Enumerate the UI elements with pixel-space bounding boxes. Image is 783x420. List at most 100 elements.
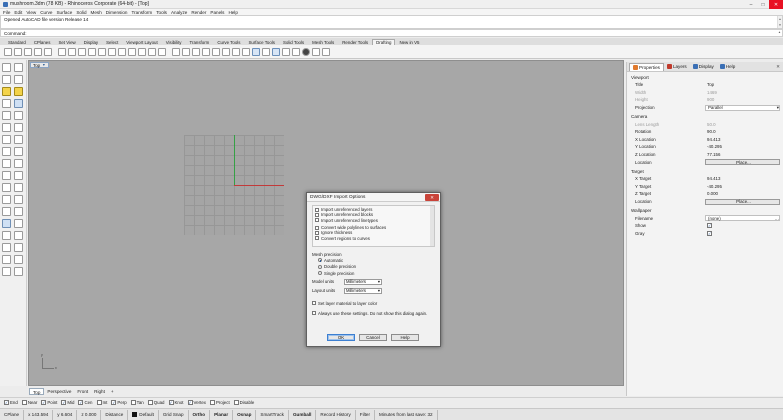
menu-item-edit[interactable]: Edit: [14, 10, 22, 15]
grid-snap-toggle[interactable]: Grid Snap: [159, 409, 189, 420]
place-button[interactable]: Place...: [705, 198, 780, 205]
osnap-toggle[interactable]: Osnap: [233, 409, 257, 420]
osnap-checkbox[interactable]: ✓: [4, 400, 9, 405]
property-value[interactable]: 94.413: [705, 176, 780, 182]
modeling-tool-icon[interactable]: [2, 267, 11, 276]
drafting-tool-icon[interactable]: [58, 47, 66, 56]
current-layer[interactable]: Default: [128, 409, 159, 420]
modeling-tool-icon[interactable]: [2, 219, 11, 228]
property-value[interactable]: 0.000: [705, 191, 780, 197]
viewport-tab-right[interactable]: Right: [91, 388, 108, 395]
modeling-tool-icon[interactable]: [14, 135, 23, 144]
import-option-checkbox[interactable]: Import unreferenced linetypes: [315, 218, 432, 223]
modeling-tool-icon[interactable]: [14, 87, 23, 96]
menu-item-view[interactable]: View: [26, 10, 36, 15]
layer-material-checkbox[interactable]: Set layer material to layer color: [312, 300, 435, 307]
command-line[interactable]: Command: ▲: [0, 29, 783, 37]
dialog-close-button[interactable]: ✕: [425, 194, 439, 201]
panel-tab-help[interactable]: Help: [717, 63, 738, 71]
osnap-checkbox[interactable]: [147, 400, 153, 405]
modeling-tool-icon[interactable]: [2, 243, 11, 252]
osnap-cen[interactable]: ✓ Cen: [78, 400, 93, 405]
osnap-point[interactable]: ✓ Point: [41, 400, 57, 405]
osnap-tan[interactable]: Tan: [130, 400, 144, 405]
modeling-tool-icon[interactable]: [14, 171, 23, 180]
modeling-tool-icon[interactable]: [2, 195, 11, 204]
modeling-tool-icon[interactable]: [2, 87, 11, 96]
property-value[interactable]: 94.413: [705, 136, 780, 142]
property-value[interactable]: Top: [705, 82, 780, 88]
drafting-tool-icon[interactable]: [312, 47, 320, 56]
drafting-tool-icon[interactable]: [232, 47, 240, 56]
menu-item-file[interactable]: File: [3, 10, 10, 15]
drafting-tool-icon[interactable]: [212, 47, 220, 56]
layout-units-select[interactable]: Millimeters ▾: [344, 287, 382, 294]
osnap-checkbox[interactable]: [96, 400, 102, 405]
modeling-tool-icon[interactable]: [14, 99, 23, 108]
browse-icon[interactable]: …: [775, 216, 779, 221]
command-dropdown-icon[interactable]: ▲: [777, 30, 782, 37]
place-button[interactable]: Place...: [705, 159, 780, 166]
osnap-vertex[interactable]: ✓ Vertex: [187, 400, 206, 405]
menu-item-render[interactable]: Render: [191, 10, 206, 15]
ortho-toggle[interactable]: Ortho: [189, 409, 211, 420]
osnap-checkbox[interactable]: [233, 400, 239, 405]
modeling-tool-icon[interactable]: [2, 255, 11, 264]
drafting-tool-icon[interactable]: [282, 47, 290, 56]
drafting-tool-icon[interactable]: [272, 47, 280, 56]
modeling-tool-icon[interactable]: [2, 111, 11, 120]
osnap-disable[interactable]: Disable: [233, 400, 254, 405]
wallpaper-filename[interactable]: (none)…: [705, 215, 780, 222]
osnap-checkbox[interactable]: ✓: [61, 400, 67, 405]
modeling-tool-icon[interactable]: [2, 159, 11, 168]
osnap-mid[interactable]: ✓ Mid: [61, 400, 74, 405]
drafting-tool-icon[interactable]: [34, 47, 42, 56]
import-option-checkbox[interactable]: Convert regions to curves: [315, 235, 432, 241]
always-use-checkbox[interactable]: Always use these settings. Do not show t…: [312, 310, 435, 317]
options-scrollbar[interactable]: [430, 206, 434, 246]
modeling-tool-icon[interactable]: [2, 135, 11, 144]
units-indicator[interactable]: Distance: [101, 409, 129, 420]
osnap-checkbox[interactable]: ✓: [168, 400, 174, 405]
drafting-tool-icon[interactable]: [98, 47, 106, 56]
drafting-tool-icon[interactable]: [182, 47, 190, 56]
viewport-tab-top[interactable]: Top: [29, 387, 45, 395]
drafting-tool-icon[interactable]: [148, 47, 156, 56]
drafting-tool-icon[interactable]: [192, 47, 200, 56]
modeling-tool-icon[interactable]: [2, 207, 11, 216]
smarttrack-toggle[interactable]: SmartTrack: [256, 409, 289, 420]
modeling-tool-icon[interactable]: [2, 75, 11, 84]
modeling-tool-icon[interactable]: [14, 111, 23, 120]
panel-tab-display[interactable]: Display: [690, 63, 717, 71]
osnap-perp[interactable]: ✓ Perp: [111, 400, 127, 405]
osnap-checkbox[interactable]: ✓: [111, 400, 117, 405]
mesh-precision-single-precision[interactable]: Single precision: [312, 270, 435, 277]
modeling-tool-icon[interactable]: [14, 183, 23, 192]
drafting-tool-icon[interactable]: [68, 47, 76, 56]
osnap-checkbox[interactable]: ✓: [41, 400, 47, 405]
modeling-tool-icon[interactable]: [14, 123, 23, 132]
drafting-tool-icon[interactable]: [138, 47, 146, 56]
drafting-tool-icon[interactable]: [202, 47, 210, 56]
cancel-button[interactable]: Cancel: [359, 334, 387, 341]
drafting-tool-icon[interactable]: [222, 47, 230, 56]
osnap-project[interactable]: Project: [210, 400, 230, 405]
osnap-near[interactable]: Near: [21, 400, 37, 405]
property-value[interactable]: 77.156: [705, 152, 780, 158]
record-history-toggle[interactable]: Record History: [316, 409, 356, 420]
viewport-menu-icon[interactable]: ▼: [42, 63, 45, 67]
menu-item-surface[interactable]: Surface: [56, 10, 72, 15]
drafting-tool-icon[interactable]: [158, 47, 166, 56]
drafting-tool-icon[interactable]: [78, 47, 86, 56]
modeling-tool-icon[interactable]: [14, 63, 23, 72]
model-units-select[interactable]: Millimeters ▾: [344, 278, 382, 285]
viewport-tab-front[interactable]: Front: [74, 388, 91, 395]
osnap-checkbox[interactable]: [210, 400, 215, 405]
modeling-tool-icon[interactable]: [14, 255, 23, 264]
menu-item-panels[interactable]: Panels: [210, 10, 224, 15]
help-button[interactable]: Help: [391, 334, 419, 341]
menu-item-curve[interactable]: Curve: [40, 10, 52, 15]
modeling-tool-icon[interactable]: [2, 171, 11, 180]
minimize-button[interactable]: –: [745, 0, 757, 9]
modeling-tool-icon[interactable]: [14, 147, 23, 156]
